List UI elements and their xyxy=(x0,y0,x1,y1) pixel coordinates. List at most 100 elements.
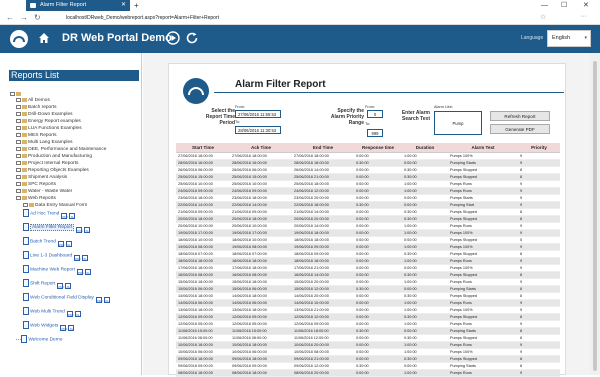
expand-toggle-icon[interactable] xyxy=(16,125,21,130)
tree-folder[interactable]: Shipment Analysis xyxy=(10,174,140,181)
pdf-export-icon[interactable]: PDF xyxy=(57,241,65,248)
expand-toggle-icon[interactable] xyxy=(16,195,21,200)
pdf-export-icon[interactable]: PDF xyxy=(76,227,83,234)
tree-folder[interactable]: MES Reports xyxy=(10,132,140,139)
reports-sidebar: Reports List All Demos Batch reports Drill… xyxy=(0,53,140,375)
table-row: 24/06/2016 09:00:00 24/06/2016 09:00:00 24… xyxy=(176,187,560,195)
tree-folder[interactable]: Web Reports xyxy=(10,195,140,202)
to-date-input[interactable]: 28/06/2016 11:30:53 xyxy=(235,126,281,134)
tree-report-item[interactable]: Web WidgetsPDF XL xyxy=(23,321,140,335)
pdf-export-icon[interactable]: PDF xyxy=(76,269,84,276)
reload-button[interactable]: ↻ xyxy=(34,12,41,24)
excel-export-icon[interactable]: XL xyxy=(65,283,72,290)
excel-export-icon[interactable]: XL xyxy=(82,255,89,262)
tree-folder-label: Water - Waste Water xyxy=(28,189,73,194)
new-tab-button[interactable]: + xyxy=(134,0,139,11)
expand-toggle-icon[interactable] xyxy=(16,104,21,109)
tree-report-item[interactable]: Web Conditional Field DisplayPDF XL xyxy=(23,293,140,307)
table-cell: 17/06/2016 18:00:00 xyxy=(230,264,292,272)
excel-export-icon[interactable]: XL xyxy=(84,269,91,276)
expand-toggle-icon[interactable] xyxy=(16,118,21,123)
tree-folder[interactable]: Production and Manufacturing xyxy=(10,153,140,160)
table-cell: 19/06/2016 17:00:00 xyxy=(176,229,230,237)
tree-folder[interactable]: Drill-Down Examples xyxy=(10,111,140,118)
back-button[interactable]: ← xyxy=(6,12,14,24)
expand-toggle-icon[interactable] xyxy=(16,174,21,179)
excel-export-icon[interactable]: XL xyxy=(68,325,75,332)
pdf-export-icon[interactable]: PDF xyxy=(57,283,64,290)
sidebar-divider[interactable] xyxy=(141,53,142,375)
expand-toggle-icon[interactable] xyxy=(16,146,21,151)
tree-report-item[interactable]: Web Multi TrendPDF XL xyxy=(23,307,140,321)
scrollbar-thumb[interactable] xyxy=(593,61,597,371)
tree-folder[interactable]: All Demos xyxy=(10,97,140,104)
language-select[interactable]: English ▾ xyxy=(547,30,591,47)
window-maximize-button[interactable]: ☐ xyxy=(561,0,567,11)
tree-report-item[interactable]: Machine Web ReportPDF XL xyxy=(23,265,140,279)
tree-folder[interactable]: Reporting Objects Examples xyxy=(10,167,140,174)
excel-export-icon[interactable]: XL xyxy=(74,311,81,318)
generate-pdf-button[interactable]: Generate PDF xyxy=(490,124,550,134)
tree-report-item[interactable]: Shift ReportPDF XL xyxy=(23,279,140,293)
expand-toggle-icon[interactable] xyxy=(16,181,21,186)
tree-report-item[interactable]: Ad Hoc TrendPDF XL xyxy=(23,209,140,223)
expand-toggle-icon[interactable] xyxy=(16,97,21,102)
excel-export-icon[interactable]: XL xyxy=(84,227,91,234)
table-cell: 0:30:00 xyxy=(402,334,448,342)
expand-toggle-icon[interactable] xyxy=(16,132,21,137)
tree-folder[interactable]: Multi Lang Examples xyxy=(10,139,140,146)
pdf-export-icon[interactable]: PDF xyxy=(60,325,67,332)
pdf-export-icon[interactable]: PDF xyxy=(95,297,103,304)
pdf-export-icon[interactable]: PDF xyxy=(66,311,74,318)
tab-close-icon[interactable]: ✕ xyxy=(121,0,126,11)
table-cell: 09/06/2016 21:00:00 xyxy=(292,355,354,363)
pdf-export-icon[interactable]: PDF xyxy=(74,255,81,262)
expand-toggle-icon[interactable] xyxy=(16,153,21,158)
excel-export-icon[interactable]: XL xyxy=(69,213,76,220)
window-minimize-button[interactable]: — xyxy=(541,0,548,11)
home-icon[interactable] xyxy=(37,31,51,45)
table-cell: Pumping Starts xyxy=(448,285,518,293)
tree-report-item[interactable]: Alarm Filter ReportPDF XL xyxy=(23,223,140,237)
table-cell: 26/06/2016 14:00:00 xyxy=(292,166,354,174)
tree-folder[interactable]: LUA Functions Examples xyxy=(10,125,140,132)
expand-toggle-icon[interactable] xyxy=(16,160,21,165)
table-cell: 0:00:00 xyxy=(354,334,402,342)
tree-report-item[interactable]: Line 1-3 DashboardPDF XL xyxy=(23,251,140,265)
tree-folder[interactable]: Project Internal Reports xyxy=(10,160,140,167)
excel-export-icon[interactable]: XL xyxy=(65,241,72,248)
expand-toggle-icon[interactable] xyxy=(23,202,28,207)
window-close-button[interactable]: ✕ xyxy=(583,0,589,11)
table-cell: Pumps 100% xyxy=(448,243,518,251)
table-cell: 0:00:00 xyxy=(354,257,402,265)
tree-item-welcome[interactable]: Welcome Demo xyxy=(10,335,140,345)
table-cell: Pumps 100% xyxy=(448,229,518,237)
expand-toggle-icon[interactable] xyxy=(16,167,21,172)
expand-toggle-icon[interactable] xyxy=(16,111,21,116)
refresh-report-button[interactable]: Refresh Report xyxy=(490,111,550,121)
tree-folder[interactable]: Batch reports xyxy=(10,104,140,111)
priority-from-input[interactable]: 0 xyxy=(367,110,383,118)
tree-folder[interactable]: Data Entry Manual Form xyxy=(10,202,140,209)
expand-toggle-icon[interactable] xyxy=(16,139,21,144)
url-input[interactable]: localhost/DRweb_Demo/webreport.aspx?repo… xyxy=(66,14,219,22)
favorite-star-icon[interactable]: ☆ xyxy=(540,13,546,21)
expand-toggle-icon[interactable] xyxy=(16,188,21,193)
vertical-scrollbar[interactable] xyxy=(590,53,600,375)
from-date-input[interactable]: 27/06/2016 11:55:53 xyxy=(235,110,281,118)
forward-button[interactable]: → xyxy=(20,12,28,24)
alarm-like-input[interactable]: Pump xyxy=(434,111,482,135)
priority-to-input[interactable]: 999 xyxy=(367,129,383,137)
browser-tab[interactable]: Alarm Filter Report ✕ xyxy=(26,0,130,11)
play-icon[interactable] xyxy=(166,31,180,45)
tree-folder[interactable]: Energy Report examples xyxy=(10,118,140,125)
tree-folder[interactable]: Water - Waste Water xyxy=(10,188,140,195)
excel-export-icon[interactable]: XL xyxy=(103,297,110,304)
more-menu-button[interactable]: ··· xyxy=(580,13,587,20)
tree-folder[interactable]: OEE, Performance and Maintenance xyxy=(10,146,140,153)
tree-folder-label: Drill-Down Examples xyxy=(28,112,73,117)
tree-folder[interactable]: SPC Reports xyxy=(10,181,140,188)
pdf-export-icon[interactable]: PDF xyxy=(61,213,68,220)
tree-report-item[interactable]: Batch TrendPDF XL xyxy=(23,237,140,251)
refresh-icon[interactable] xyxy=(185,31,199,45)
